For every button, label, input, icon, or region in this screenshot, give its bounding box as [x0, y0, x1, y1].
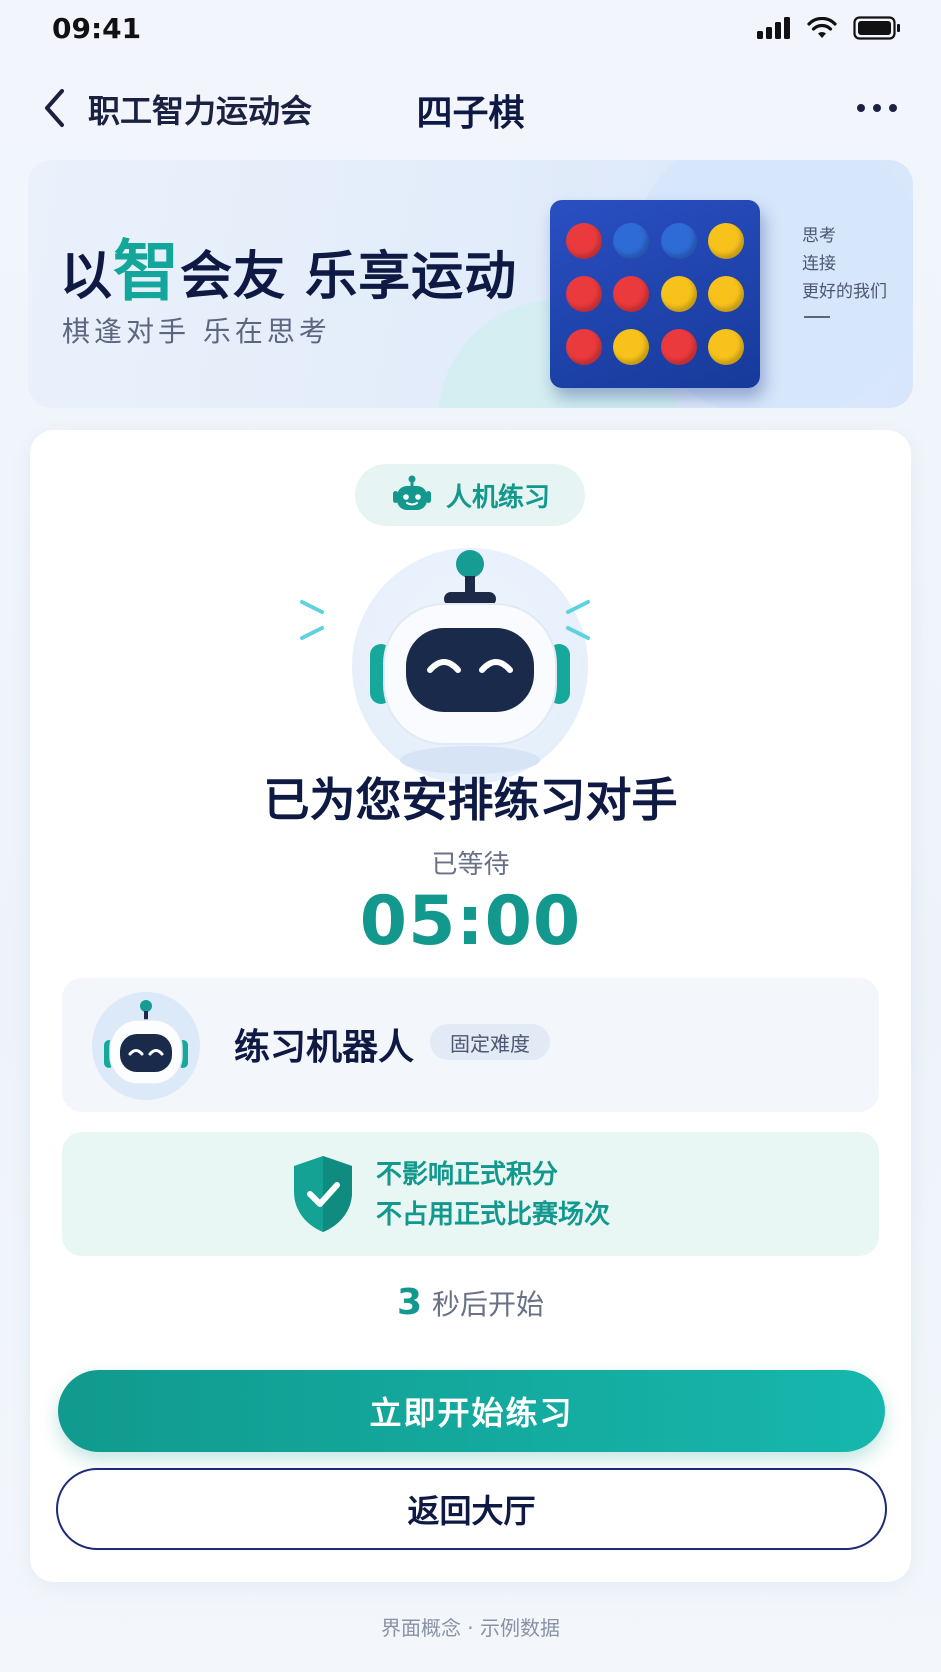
back-to-hall-button[interactable]: 返回大厅: [56, 1468, 887, 1550]
robot-icon: [104, 1000, 188, 1085]
board-disc-yellow: [660, 275, 697, 312]
banner-title-pre: 以: [60, 247, 114, 307]
banner-title-post: 会友 乐享运动: [180, 247, 518, 307]
wait-timer: 05:00: [359, 882, 582, 961]
board-disc-red: [565, 275, 602, 312]
shield-check-icon: [294, 1156, 352, 1232]
banner-side-line: 连接: [802, 254, 836, 274]
banner-title: 以智会友 乐享运动: [60, 218, 517, 314]
board-disc-yellow: [708, 329, 745, 366]
match-title: 已为您安排练习对手: [263, 773, 678, 827]
sparkle-left-icon: [300, 600, 324, 640]
connect-four-board-icon: [550, 200, 760, 388]
more-dot-icon: [857, 104, 865, 112]
practice-notice: 不影响正式积分 不占用正式比赛场次: [62, 1132, 879, 1256]
opponent-avatar: [92, 992, 200, 1100]
banner-title-accent: 智: [113, 233, 181, 310]
board-disc-yellow: [613, 329, 650, 366]
nav-bar: 职工智力运动会 四子棋: [0, 72, 941, 142]
status-bar: 09:41: [0, 0, 941, 56]
robot-icon: [392, 475, 431, 510]
divider: [804, 316, 830, 318]
countdown-number: 3: [396, 1282, 423, 1323]
signal-icon: [757, 17, 790, 39]
promo-banner[interactable]: 以智会友 乐享运动 棋逢对手 乐在思考 思考 连接 更好的我们: [28, 160, 913, 408]
more-button[interactable]: [853, 96, 901, 120]
board-disc-yellow: [708, 222, 745, 259]
battery-icon: [853, 16, 900, 40]
page-title: 四子棋: [416, 93, 525, 134]
difficulty-badge: 固定难度: [430, 1024, 550, 1060]
board-disc-red: [613, 275, 650, 312]
robot-avatar: [352, 548, 588, 784]
status-icons: [757, 16, 901, 40]
banner-subtitle: 棋逢对手 乐在思考: [62, 315, 331, 348]
countdown-text: 秒后开始: [432, 1288, 545, 1321]
waiting-label: 已等待: [431, 850, 510, 880]
notice-line-2: 不占用正式比赛场次: [376, 1200, 611, 1230]
banner-side-line: 更好的我们: [802, 282, 887, 302]
start-practice-button[interactable]: 立即开始练习: [58, 1370, 885, 1452]
banner-side-text: 思考 连接 更好的我们: [802, 222, 887, 306]
banner-side-line: 思考: [802, 226, 836, 246]
board-disc-red: [565, 329, 602, 366]
board-disc-yellow: [708, 275, 745, 312]
opponent-name: 练习机器人: [234, 1027, 415, 1068]
notice-line-1: 不影响正式积分: [376, 1160, 559, 1190]
robot-icon: [370, 550, 570, 774]
opponent-card: 练习机器人 固定难度: [62, 978, 879, 1112]
match-card: 人机练习 已为您安排练习对手 已等待 05:00 练习机器人 固定难度 不影响正…: [30, 430, 911, 1582]
mode-chip-label: 人机练习: [445, 482, 550, 513]
board-disc-red: [660, 329, 697, 366]
more-dot-icon: [889, 104, 897, 112]
more-dot-icon: [873, 104, 881, 112]
footer-note: 界面概念 · 示例数据: [380, 1616, 561, 1640]
sparkle-right-icon: [566, 600, 590, 640]
status-time: 09:41: [52, 12, 142, 45]
board-disc-red: [565, 222, 602, 259]
board-disc-blue: [660, 222, 697, 259]
board-disc-blue: [613, 222, 650, 259]
wifi-icon: [807, 17, 837, 38]
mode-chip: 人机练习: [355, 464, 585, 526]
start-countdown: 3 秒后开始: [30, 1282, 911, 1323]
